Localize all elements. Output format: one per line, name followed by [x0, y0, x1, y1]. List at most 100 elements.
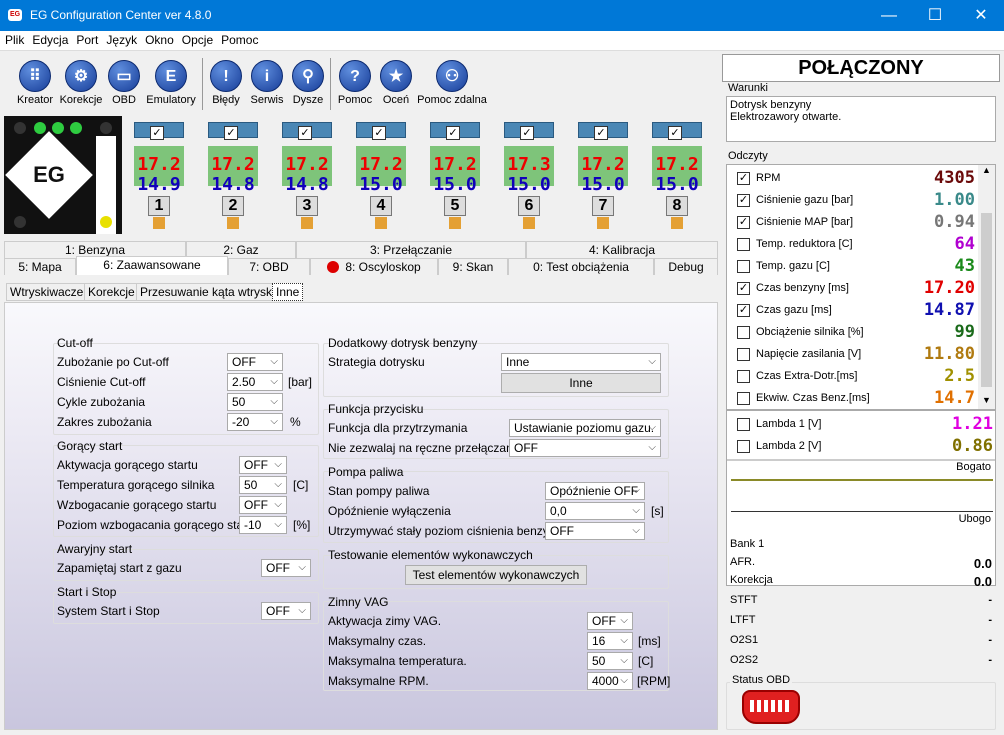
hold-function-select[interactable]: Ustawianie poziomu gazu. ⌵: [509, 419, 661, 437]
subtab-przesuwanie[interactable]: Przesuwanie kąta wtrysku: [136, 283, 283, 301]
reading-petrol-time[interactable]: ✓ Czas benzyny [ms] 17.20: [737, 278, 975, 299]
menu-jezyk[interactable]: Język: [101, 31, 140, 47]
reading-checkbox[interactable]: ✓: [737, 194, 750, 207]
reading-checkbox[interactable]: [737, 370, 750, 383]
menu-opcje[interactable]: Opcje: [177, 31, 216, 47]
reading-reducer-temp[interactable]: Temp. reduktora [C] 64: [737, 234, 975, 255]
emulatory-button[interactable]: E Emulatory: [144, 54, 198, 114]
menu-okno[interactable]: Okno: [140, 31, 177, 47]
chevron-up-icon[interactable]: ▲: [982, 165, 991, 175]
reading-lambda-2[interactable]: Lambda 2 [V] 0.86: [737, 436, 993, 457]
reading-gas-temp[interactable]: Temp. gazu [C] 43: [737, 256, 975, 277]
injector-tip: [449, 217, 461, 229]
reading-checkbox[interactable]: ✓: [737, 282, 750, 295]
menu-pomoc[interactable]: Pomoc: [216, 31, 261, 47]
vag-max-temp-select[interactable]: 50 ⌵: [587, 652, 633, 670]
tab-mapa[interactable]: 5: Mapa: [4, 258, 76, 275]
tab-przelaczanie[interactable]: 3: Przełączanie: [296, 241, 526, 258]
cutoff-label: Ciśnienie Cut-off: [57, 375, 146, 389]
reading-checkbox[interactable]: ✓: [737, 304, 750, 317]
injector-checkbox[interactable]: ✓: [372, 126, 386, 140]
pomoc-button[interactable]: ? Pomoc: [334, 54, 376, 114]
reading-supply-voltage[interactable]: Napięcie zasilania [V] 11.80: [737, 344, 975, 365]
tab-skan[interactable]: 9: Skan: [438, 258, 508, 275]
reading-checkbox[interactable]: ✓: [737, 216, 750, 229]
extra-petrol-button[interactable]: Inne: [501, 373, 661, 393]
menu-port[interactable]: Port: [71, 31, 101, 47]
tab-test-obciazenia[interactable]: 0: Test obciążenia: [508, 258, 654, 275]
subtab-inne[interactable]: Inne: [272, 283, 304, 301]
emergency-select[interactable]: OFF ⌵: [261, 559, 311, 577]
maximize-icon[interactable]: ☐: [912, 0, 958, 31]
tab-oscyloskop[interactable]: 8: Oscyloskop: [310, 258, 438, 275]
injector-checkbox[interactable]: ✓: [446, 126, 460, 140]
reading-gas-pressure[interactable]: ✓ Ciśnienie gazu [bar] 1.00: [737, 190, 975, 211]
kreator-button[interactable]: ⠿ Kreator: [10, 54, 60, 114]
cutoff-range-select[interactable]: -20 ⌵: [227, 413, 283, 431]
hotstart-activate-select[interactable]: OFF ⌵: [239, 456, 287, 474]
injector-petrol-time: 17.2: [433, 154, 477, 175]
reading-checkbox[interactable]: [737, 326, 750, 339]
readings-scrollbar[interactable]: ▲ ▼: [978, 165, 995, 409]
hotstart-level-select[interactable]: -10 ⌵: [239, 516, 287, 534]
chevron-down-icon[interactable]: ▼: [982, 395, 991, 405]
reading-checkbox[interactable]: [737, 440, 750, 453]
tab-kalibracja[interactable]: 4: Kalibracja: [526, 241, 718, 258]
injector-checkbox[interactable]: ✓: [224, 126, 238, 140]
reading-extra-time[interactable]: Czas Extra-Dotr.[ms] 2.5: [737, 366, 975, 387]
injector-checkbox[interactable]: ✓: [668, 126, 682, 140]
reading-lambda-1[interactable]: Lambda 1 [V] 1.21: [737, 414, 993, 435]
hotstart-enrich-select[interactable]: OFF ⌵: [239, 496, 287, 514]
startstop-select[interactable]: OFF ⌵: [261, 602, 311, 620]
cutoff-lean-select[interactable]: OFF ⌵: [227, 353, 283, 371]
injector-checkbox[interactable]: ✓: [520, 126, 534, 140]
injector-checkbox[interactable]: ✓: [594, 126, 608, 140]
reading-gas-time[interactable]: ✓ Czas gazu [ms] 14.87: [737, 300, 975, 321]
injector-checkbox[interactable]: ✓: [298, 126, 312, 140]
sub-tabs: Wtryskiwacze Korekcje Przesuwanie kąta w…: [4, 283, 718, 303]
dysze-button[interactable]: ⚲ Dysze: [288, 54, 328, 114]
test-actuators-button[interactable]: Test elementów wykonawczych: [405, 565, 587, 585]
serwis-button[interactable]: i Serwis: [246, 54, 288, 114]
subtab-korekcje[interactable]: Korekcje: [84, 283, 139, 301]
scrollbar-thumb[interactable]: [981, 213, 992, 387]
pump-pressure-select[interactable]: OFF ⌵: [545, 522, 645, 540]
ocen-button[interactable]: ★ Oceń: [376, 54, 416, 114]
pump-delay-select[interactable]: 0,0 ⌵: [545, 502, 645, 520]
injector-checkbox[interactable]: ✓: [150, 126, 164, 140]
reading-engine-load[interactable]: Obciążenie silnika [%] 99: [737, 322, 975, 343]
manual-switch-select[interactable]: OFF ⌵: [509, 439, 661, 457]
reading-checkbox[interactable]: ✓: [737, 172, 750, 185]
vag-max-time-select[interactable]: 16 ⌵: [587, 632, 633, 650]
tab-obd[interactable]: 7: OBD: [228, 258, 310, 275]
cutoff-cycles-select[interactable]: 50 ⌵: [227, 393, 283, 411]
reading-checkbox[interactable]: [737, 392, 750, 405]
close-icon[interactable]: ✕: [958, 0, 1004, 31]
subtab-wtryskiwacze[interactable]: Wtryskiwacze: [6, 283, 88, 301]
korekcje-button[interactable]: ⚙ Korekcje: [56, 54, 106, 114]
reading-checkbox[interactable]: [737, 418, 750, 431]
menu-plik[interactable]: Plik: [0, 31, 27, 47]
pomoc-zdalna-button[interactable]: ⚇ Pomoc zdalna: [416, 54, 488, 114]
reading-rpm[interactable]: ✓ RPM 4305: [737, 168, 975, 189]
winter-vag-label: Maksymalna temperatura.: [328, 654, 467, 668]
pump-state-select[interactable]: Opóźnienie OFF ⌵: [545, 482, 645, 500]
cutoff-pressure-select[interactable]: 2.50 ⌵: [227, 373, 283, 391]
reading-map-pressure[interactable]: ✓ Ciśnienie MAP [bar] 0.94: [737, 212, 975, 233]
vag-max-rpm-select[interactable]: 4000 ⌵: [587, 672, 633, 690]
minimize-icon[interactable]: —: [866, 0, 912, 31]
obd-button[interactable]: ▭ OBD: [104, 54, 144, 114]
reading-checkbox[interactable]: [737, 238, 750, 251]
tab-debug[interactable]: Debug: [654, 258, 718, 275]
hotstart-temp-select[interactable]: 50 ⌵: [239, 476, 287, 494]
reading-checkbox[interactable]: [737, 348, 750, 361]
menu-edycja[interactable]: Edycja: [27, 31, 71, 47]
select-value: 16: [592, 634, 606, 648]
tab-zaawansowane[interactable]: 6: Zaawansowane: [76, 256, 228, 275]
vag-activate-select[interactable]: OFF ⌵: [587, 612, 633, 630]
reading-equiv-time[interactable]: Ekwiw. Czas Benz.[ms] 14.7: [737, 388, 975, 409]
bledy-button[interactable]: ! Błędy: [206, 54, 246, 114]
reading-checkbox[interactable]: [737, 260, 750, 273]
settings-panel: Cut-off Zubożanie po Cut-off OFF ⌵ Ciśnie…: [4, 302, 718, 730]
extra-petrol-strategy-select[interactable]: Inne ⌵: [501, 353, 661, 371]
